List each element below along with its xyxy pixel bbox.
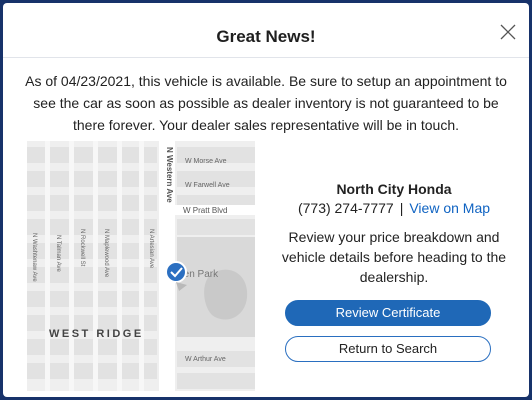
availability-dialog: Great News! As of 04/23/2021, this vehic… <box>3 3 529 397</box>
street-label-w-pratt: W Pratt Blvd <box>183 206 227 215</box>
street-label-n-western: N Western Ave <box>165 147 174 203</box>
availability-message: As of 04/23/2021, this vehicle is availa… <box>25 73 507 133</box>
street-label-w-arthur: W Arthur Ave <box>185 356 226 363</box>
street-label-w-farwell: W Farwell Ave <box>185 182 230 189</box>
street-label-n-rockwell: N Rockwell St <box>79 229 85 267</box>
street-label-n-talman: N Talman Ave <box>55 235 61 272</box>
dealer-contact: (773) 274-7777 | View on Map <box>273 200 515 216</box>
dialog-title: Great News! <box>216 27 316 46</box>
separator: | <box>399 200 404 216</box>
review-certificate-button[interactable]: Review Certificate <box>285 300 491 326</box>
review-instructions: Review your price breakdown and vehicle … <box>281 229 507 285</box>
street-label-n-maplewood: N Maplewood Ave <box>103 229 109 278</box>
view-on-map-link[interactable]: View on Map <box>409 200 490 216</box>
dealer-phone[interactable]: (773) 274-7777 <box>298 200 394 216</box>
street-label-w-morse: W Morse Ave <box>185 158 227 165</box>
close-icon[interactable] <box>497 21 519 43</box>
street-label-n-washtenaw: N Washtenaw Ave <box>31 233 37 282</box>
street-label-n-artesian: N Artesian Ave <box>148 229 154 269</box>
neighborhood-label: WEST RIDGE <box>49 328 144 340</box>
dialog-header: Great News! <box>3 3 529 58</box>
dealer-name: North City Honda <box>336 181 452 197</box>
return-to-search-button[interactable]: Return to Search <box>285 336 491 362</box>
dealer-map[interactable]: N Western Ave W Morse Ave W Farwell Ave … <box>27 141 255 391</box>
